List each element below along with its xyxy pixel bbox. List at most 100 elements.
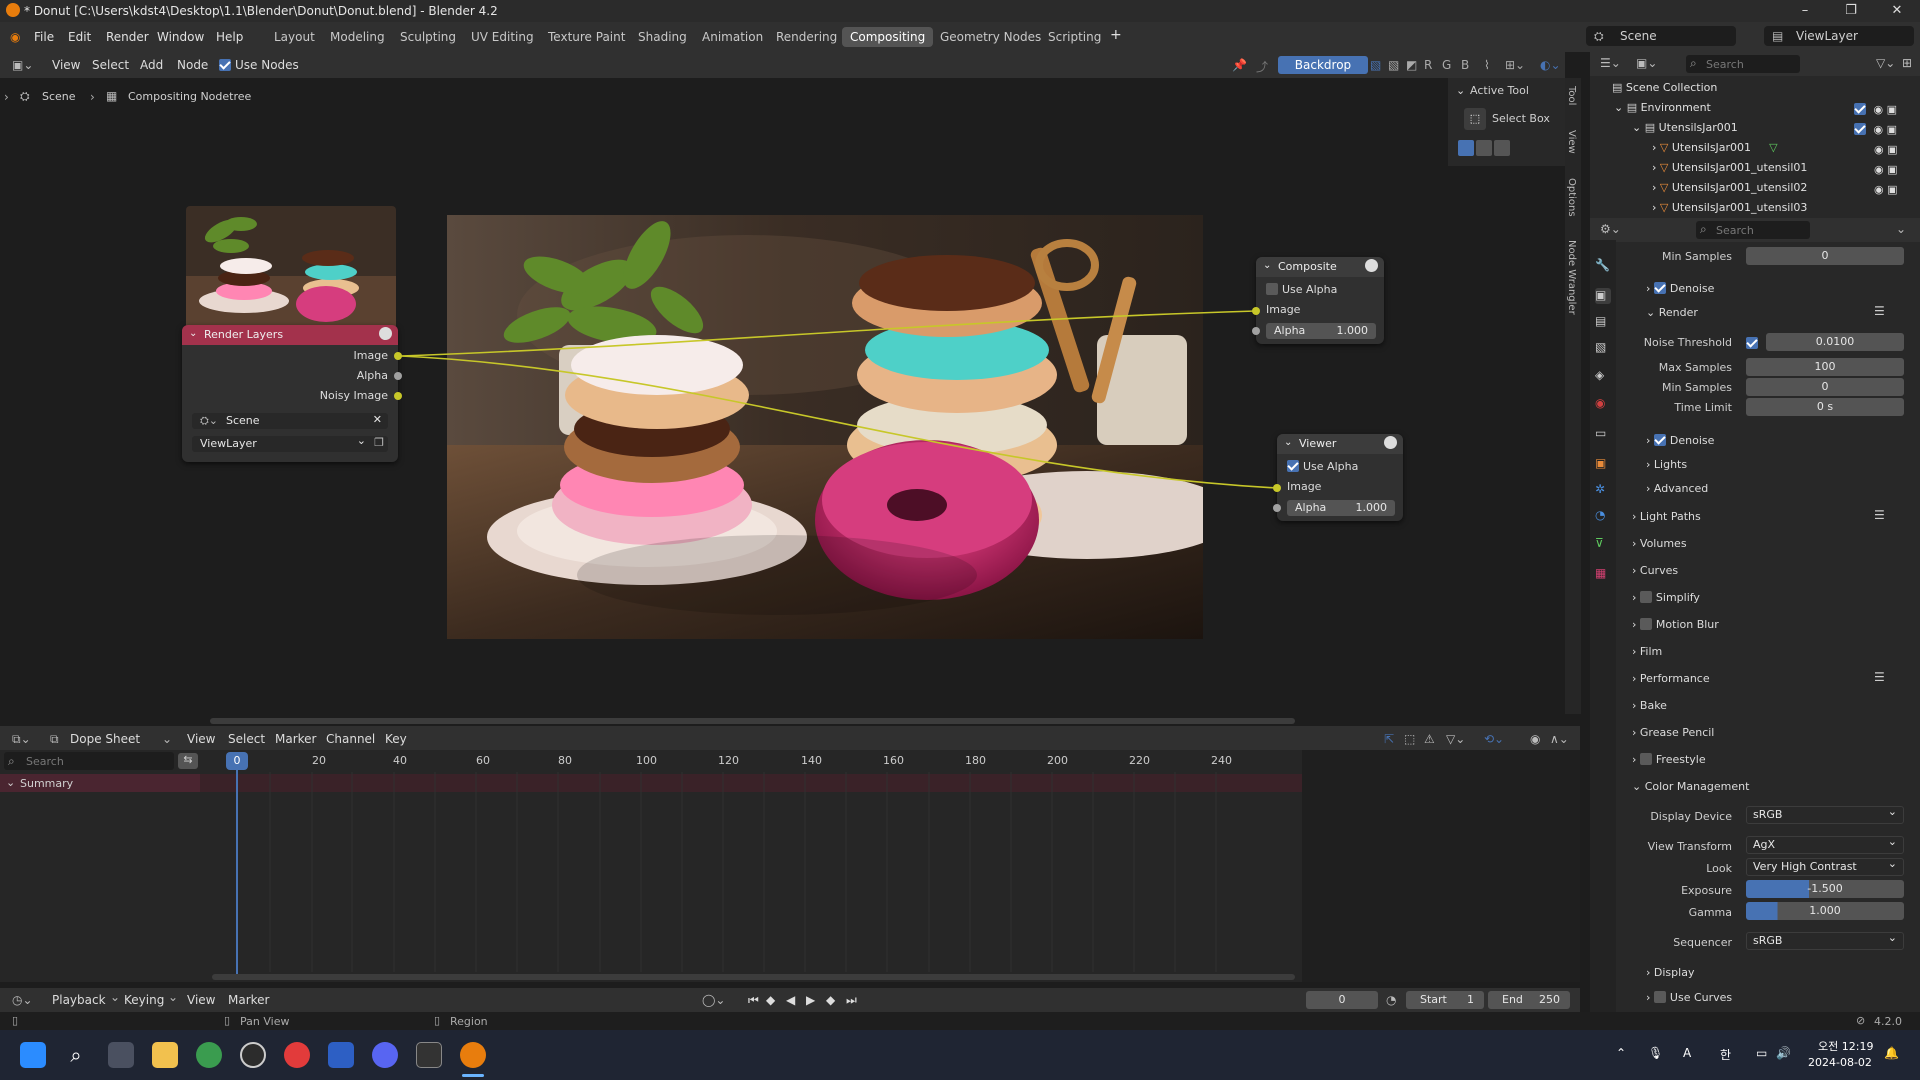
end-frame-field[interactable]: End 250 <box>1488 991 1570 1009</box>
expand-chevron-icon[interactable]: › <box>1632 726 1640 739</box>
keying-menu[interactable]: Keying <box>124 993 164 1007</box>
performance-section[interactable]: › Performance <box>1632 672 1710 685</box>
camera-icon[interactable]: ▣ <box>1887 183 1897 196</box>
tab-view[interactable]: View <box>1566 130 1577 154</box>
presets-icon[interactable]: ☰ <box>1874 670 1885 684</box>
menu-window[interactable]: Window <box>157 30 204 44</box>
editor-type-icon[interactable]: ▣⌄ <box>12 58 33 72</box>
volumes-section[interactable]: › Volumes <box>1632 537 1687 550</box>
backdrop-alpha-icon[interactable]: ▧ <box>1388 58 1399 72</box>
collapse-chevron-icon[interactable]: ⌄ <box>1263 260 1271 271</box>
playhead-frame-indicator[interactable]: 0 <box>226 752 248 770</box>
media-player-icon[interactable] <box>240 1042 266 1068</box>
view-layer-selector[interactable]: ▤ ViewLayer <box>1764 26 1914 46</box>
motion-blur-section[interactable]: › Motion Blur <box>1632 618 1719 631</box>
expand-chevron-icon[interactable]: › <box>1646 282 1654 295</box>
advanced-section[interactable]: › Advanced <box>1646 482 1708 495</box>
tab-modeling[interactable]: Modeling <box>322 27 393 47</box>
collapse-chevron-icon[interactable]: ⌄ <box>1646 306 1659 319</box>
collapse-chevron-icon[interactable]: ⌄ <box>1632 780 1645 793</box>
viewer-image-socket[interactable] <box>1273 484 1281 492</box>
physics-tab-icon[interactable]: ◔ <box>1595 508 1611 524</box>
expand-chevron-icon[interactable]: › <box>1646 458 1654 471</box>
play-reverse-icon[interactable]: ◀ <box>786 993 795 1007</box>
minimize-button[interactable]: – <box>1782 0 1828 22</box>
display-device-dropdown[interactable]: sRGB <box>1746 804 1904 824</box>
auto-snap-icon[interactable]: ⟲⌄ <box>1484 732 1504 746</box>
viewer-alpha-socket[interactable] <box>1273 504 1281 512</box>
composite-node[interactable]: ⌄ Composite Use Alpha Image Alpha 1.000 <box>1252 257 1384 344</box>
noise-threshold-checkbox[interactable] <box>1746 336 1762 350</box>
denoise-2-section[interactable]: › Denoise <box>1646 434 1714 447</box>
camera-icon[interactable]: ▣ <box>1887 103 1897 116</box>
simplify-section[interactable]: › Simplify <box>1632 591 1700 604</box>
composite-alpha-field[interactable]: Alpha 1.000 <box>1266 323 1376 339</box>
tab-options[interactable]: Options <box>1566 178 1577 217</box>
expand-chevron-icon[interactable]: › <box>1632 645 1640 658</box>
expand-chevron-icon[interactable]: ⌄ <box>1632 121 1645 134</box>
menu-node[interactable]: Node <box>177 58 208 72</box>
snap-target-icon[interactable]: ⊞⌄ <box>1505 58 1525 72</box>
backdrop-alpha-only-icon[interactable]: ◩ <box>1406 58 1417 72</box>
film-section[interactable]: › Film <box>1632 645 1662 658</box>
mode-subtract-icon[interactable] <box>1494 140 1510 156</box>
world-tab-icon[interactable]: ◉ <box>1595 396 1611 412</box>
eye-icon[interactable]: ◉ <box>1874 103 1884 116</box>
tab-layout[interactable]: Layout <box>266 27 323 47</box>
volume-icon[interactable]: 🔊 <box>1776 1046 1791 1060</box>
youtube-music-icon[interactable] <box>284 1042 310 1068</box>
tab-texture-paint[interactable]: Texture Paint <box>540 27 633 47</box>
prev-keyframe-icon[interactable]: ◆ <box>766 993 775 1007</box>
menu-select[interactable]: Select <box>92 58 129 72</box>
expand-chevron-icon[interactable]: › <box>1632 591 1640 604</box>
eye-icon[interactable]: ◉ <box>1874 143 1884 156</box>
expand-chevron-icon[interactable]: › <box>1632 753 1640 766</box>
properties-editor-icon[interactable]: ⚙⌄ <box>1600 222 1621 236</box>
denoise-section[interactable]: › Denoise <box>1646 282 1714 295</box>
presets-icon[interactable]: ☰ <box>1874 508 1885 522</box>
render-icon[interactable] <box>1384 436 1397 449</box>
tray-chevron-icon[interactable]: ⌃ <box>1616 1046 1626 1060</box>
terminal-icon[interactable] <box>416 1042 442 1068</box>
outliner-editor-icon[interactable]: ☰⌄ <box>1600 56 1621 70</box>
chrome-icon[interactable] <box>196 1042 222 1068</box>
sync-icon[interactable]: ⇆ <box>178 753 198 769</box>
vscode-icon[interactable] <box>328 1042 354 1068</box>
clock-date[interactable]: 2024-08-02 <box>1808 1056 1872 1069</box>
expand-chevron-icon[interactable]: › <box>1632 564 1640 577</box>
viewer-use-alpha-checkbox[interactable]: Use Alpha <box>1287 460 1358 473</box>
clear-scene-icon[interactable]: ✕ <box>373 413 382 426</box>
next-keyframe-icon[interactable]: ◆ <box>826 993 835 1007</box>
time-limit-field[interactable]: 0 s <box>1746 398 1904 416</box>
render-icon[interactable] <box>1365 259 1378 272</box>
eye-icon[interactable]: ◉ <box>1874 123 1884 136</box>
ime-korean[interactable]: 한 <box>1720 1046 1731 1063</box>
scene-tab-icon[interactable]: ◈ <box>1595 368 1611 384</box>
expand-chevron-icon[interactable]: › <box>1652 201 1660 214</box>
overlay-icon[interactable]: ◐⌄ <box>1540 58 1561 72</box>
exposure-slider[interactable]: -1.500 <box>1746 880 1904 898</box>
only-selected-icon[interactable]: ⇱ <box>1384 732 1394 746</box>
play-icon[interactable]: ▶ <box>806 993 815 1007</box>
dope-editor-type-icon[interactable]: ⧉⌄ <box>12 732 31 747</box>
render-section[interactable]: ⌄ Render <box>1646 306 1698 319</box>
add-workspace-icon[interactable]: + <box>1110 27 1122 43</box>
viewer-node-header[interactable]: ⌄ Viewer <box>1277 434 1403 454</box>
tab-animation[interactable]: Animation <box>694 27 771 47</box>
viewer-alpha-field[interactable]: Alpha 1.000 <box>1287 500 1395 516</box>
outliner-row-scene-collection[interactable]: ▤ Scene Collection <box>1612 81 1717 94</box>
min-samples-field[interactable]: 0 <box>1746 247 1904 265</box>
channel-b[interactable]: B <box>1461 58 1469 72</box>
presets-icon[interactable]: ☰ <box>1874 304 1885 318</box>
expand-chevron-icon[interactable]: › <box>1646 482 1654 495</box>
dope-menu-channel[interactable]: Channel <box>326 732 375 746</box>
filter-icon[interactable]: ▽⌄ <box>1446 732 1465 746</box>
maximize-button[interactable]: ❐ <box>1828 0 1874 22</box>
channel-search-input[interactable]: ⌕ Search <box>4 752 174 770</box>
parent-node-icon[interactable]: ⤴ <box>1256 58 1268 75</box>
data-tab-icon[interactable]: ⊽ <box>1595 536 1611 552</box>
collapse-chevron-icon[interactable]: ⌄ <box>1284 437 1292 448</box>
light-paths-section[interactable]: › Light Paths <box>1632 510 1701 523</box>
color-management-section[interactable]: ⌄ Color Management <box>1632 780 1749 793</box>
use-curves-subsection[interactable]: › Use Curves <box>1646 991 1732 1004</box>
